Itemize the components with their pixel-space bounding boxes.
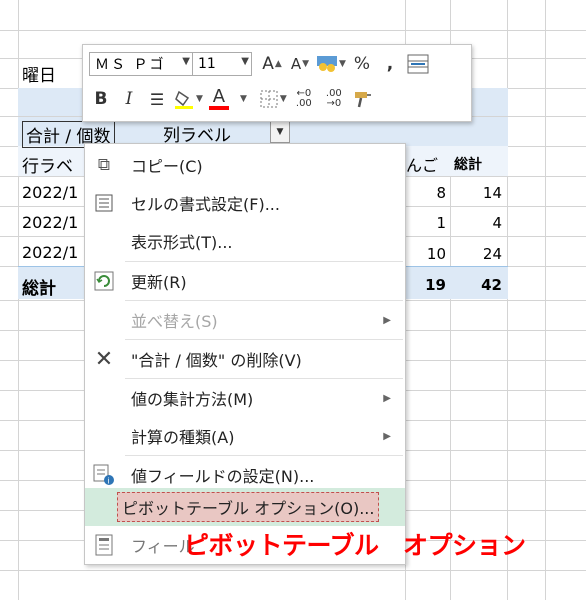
annotation-label: ピボットテーブル オプション [184,531,526,560]
grow-font-button[interactable]: A ▲ [260,51,284,77]
menu-item-label: コピー(C) [131,157,203,176]
row-label-header: 行ラベ [22,157,73,177]
align-center-icon: ☰ [149,89,165,109]
font-color-dropdown[interactable]: ▼ [231,86,255,112]
field-settings-icon: i [91,462,117,488]
grand-total-sum: 42 [481,276,502,294]
decrease-decimal-button[interactable]: .00 →0 [321,86,347,112]
submenu-arrow-icon: ▶ [383,314,391,326]
refresh-icon [91,268,117,294]
chevron-down-icon: ▼ [182,56,190,67]
menu-item-number-format[interactable]: 表示形式(T)... [85,222,405,260]
increase-decimal-icon: ←0 .00 [295,88,312,109]
menu-item-label: 値フィールドの設定(N)... [131,467,315,486]
weekday-label: 曜日 [22,66,56,86]
grid-line [0,30,586,31]
bold-button[interactable]: B [89,86,113,112]
row-label: 2022/1 [22,183,79,202]
menu-item-label: セルの書式設定(F)... [131,195,280,214]
paint-bucket-icon [175,90,193,109]
row-label: 2022/1 [22,243,79,262]
shrink-font-icon: A [290,55,302,73]
menu-item-label: 更新(R) [131,273,187,292]
format-table-button[interactable] [406,51,430,77]
menu-item-refresh[interactable]: 更新(R) [85,262,405,300]
number-format-button[interactable]: ▼ [316,51,346,77]
value-cell: 10 [426,245,446,263]
font-color-bar [208,106,229,110]
svg-text:i: i [108,477,110,486]
comma-style-button[interactable]: , [378,51,402,77]
table-autofit-icon [407,54,429,74]
grid-line [0,570,586,571]
borders-icon [260,90,278,108]
menu-item-sort[interactable]: 並べ替え(S) ▶ [85,301,405,339]
grand-total-value: 19 [425,276,446,294]
menu-item-label: "合計 / 個数" の削除(V) [131,351,302,370]
comma-icon: , [386,54,394,74]
menu-item-format-cells[interactable]: セルの書式設定(F)... [85,184,405,222]
font-size-value: 11 [198,56,216,72]
fill-color-button[interactable]: ▼ [173,86,203,112]
italic-icon: I [125,89,133,109]
menu-item-copy[interactable]: ⧉ コピー(C) [85,146,405,184]
format-cells-icon [91,190,117,216]
value-cell: 1 [436,214,446,232]
bold-icon: B [94,89,108,109]
column-filter-dropdown[interactable]: ▼ [270,121,290,143]
menu-item-label: ピボットテーブル オプション(O)... [117,492,380,522]
delete-x-icon: ✕ [94,346,114,372]
context-menu: ⧉ コピー(C) セルの書式設定(F)... 表示形式(T)... 更新(R) … [84,143,406,565]
accounting-format-icon [317,56,337,72]
font-name-value: ＭＳ Ｐゴ [95,57,166,73]
font-name-box[interactable]: ＭＳ Ｐゴ ▼ [89,52,193,76]
column-header-partial: んご [406,156,439,175]
total-cell: 24 [482,245,502,263]
total-cell: 4 [492,214,502,232]
borders-button[interactable]: ▼ [259,86,287,112]
percent-style-button[interactable]: % [350,51,374,77]
menu-item-label: 並べ替え(S) [131,312,218,331]
field-list-icon [91,532,117,558]
font-color-icon: A [212,86,226,107]
decrease-decimal-icon: .00 →0 [325,88,342,109]
grow-font-icon: A [262,54,274,74]
italic-button[interactable]: I [117,86,141,112]
menu-item-show-values-as[interactable]: 計算の種類(A) ▶ [85,417,405,455]
chevron-down-icon: ▼ [241,56,249,67]
menu-item-pivot-options[interactable]: ピボットテーブル オプション(O)... [85,488,405,526]
format-painter-button[interactable] [351,86,375,112]
menu-item-label: 計算の種類(A) [131,428,235,447]
row-label: 2022/1 [22,213,79,232]
shrink-font-button[interactable]: A ▼ [288,51,312,77]
menu-item-remove-field[interactable]: ✕ "合計 / 個数" の削除(V) [85,340,405,378]
format-painter-icon [354,92,371,108]
total-column-header: 総計 [454,157,482,173]
grand-total-label: 総計 [22,279,56,299]
copy-icon: ⧉ [97,155,111,175]
font-size-box[interactable]: 11 ▼ [192,52,252,76]
menu-item-label: 表示形式(T)... [131,233,233,252]
submenu-arrow-icon: ▶ [383,430,391,442]
increase-decimal-button[interactable]: ←0 .00 [291,86,317,112]
font-color-button[interactable]: A [207,86,231,112]
menu-item-label: 値の集計方法(M) [131,390,254,409]
total-cell: 14 [482,184,502,202]
menu-item-summarize-by[interactable]: 値の集計方法(M) ▶ [85,379,405,417]
percent-icon: % [353,54,370,74]
align-center-button[interactable]: ☰ [145,86,169,112]
submenu-arrow-icon: ▶ [383,392,391,404]
mini-toolbar: ＭＳ Ｐゴ ▼ 11 ▼ A ▲ A ▼ ▼ % , B I ☰ ▼ A ▼ ▼… [82,44,472,122]
value-cell: 8 [436,184,446,202]
